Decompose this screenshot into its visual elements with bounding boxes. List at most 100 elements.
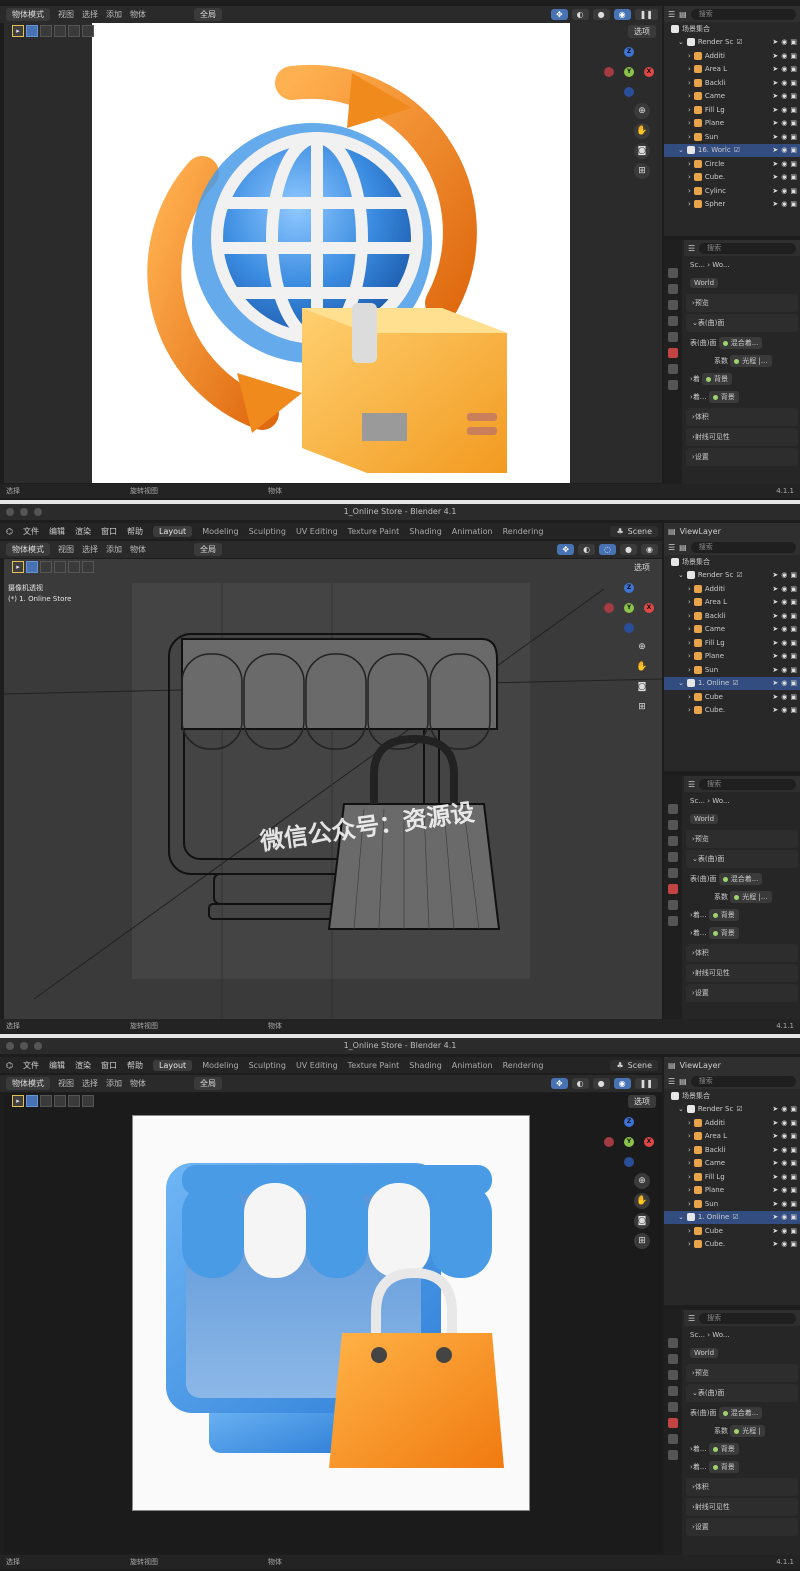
eye-icon[interactable]: ◉ — [781, 598, 787, 606]
select-mode-invert-icon[interactable] — [68, 25, 80, 37]
menu-help[interactable]: 帮助 — [127, 526, 143, 537]
camera-render-icon[interactable]: ▣ — [790, 1146, 797, 1154]
selectable-icon[interactable]: ➤ — [772, 92, 778, 100]
bg1-value[interactable]: 背景 — [708, 1443, 739, 1455]
chevron-right-icon[interactable]: › — [688, 666, 691, 674]
camera-render-icon[interactable]: ▣ — [790, 1132, 797, 1140]
select-box-icon[interactable] — [26, 25, 38, 37]
properties-search[interactable]: 搜索 — [699, 1312, 796, 1324]
bg2-value[interactable]: 背景 — [708, 927, 739, 939]
tab-layout[interactable]: Layout — [152, 1059, 193, 1071]
3d-viewport[interactable]: ▸ 摄像机透视 (*) 1. Online Store 选项 Z Y X ⊕ ✋… — [4, 559, 662, 1019]
display-mode-icon[interactable]: ▤ — [679, 543, 687, 552]
scene-tab-icon[interactable] — [668, 1402, 678, 1412]
camera-render-icon[interactable]: ▣ — [790, 146, 797, 154]
eye-icon[interactable]: ◉ — [781, 585, 787, 593]
tab-modeling[interactable]: Modeling — [202, 527, 238, 536]
display-mode-icon[interactable]: ▤ — [679, 1077, 687, 1086]
outliner-row[interactable]: › Plane ➤ ◉ ▣ — [664, 117, 800, 131]
selectable-icon[interactable]: ➤ — [772, 693, 778, 701]
tab-uv-editing[interactable]: UV Editing — [296, 1061, 338, 1070]
camera-render-icon[interactable]: ▣ — [790, 585, 797, 593]
tab-animation[interactable]: Animation — [452, 1061, 493, 1070]
chevron-down-icon[interactable]: ⌄ — [678, 146, 684, 154]
transform-orientation-dropdown[interactable]: 全局 — [194, 543, 222, 556]
chevron-right-icon[interactable]: › — [688, 1119, 691, 1127]
eye-icon[interactable]: ◉ — [781, 625, 787, 633]
selectable-icon[interactable]: ➤ — [772, 119, 778, 127]
selectable-icon[interactable]: ➤ — [772, 612, 778, 620]
outliner-row[interactable]: › Came ➤ ◉ ▣ — [664, 1157, 800, 1171]
editor-type-icon[interactable]: ☰ — [668, 543, 675, 552]
tab-animation[interactable]: Animation — [452, 527, 493, 536]
camera-render-icon[interactable]: ▣ — [790, 106, 797, 114]
outliner-row[interactable]: ⌄ Render Sc ☑ ➤ ◉ ▣ — [664, 1103, 800, 1117]
editor-type-icon[interactable]: ☰ — [688, 780, 695, 789]
select-mode-extend-icon[interactable] — [40, 25, 52, 37]
camera-render-icon[interactable]: ▣ — [790, 639, 797, 647]
chevron-right-icon[interactable]: › — [688, 1159, 691, 1167]
selectable-icon[interactable]: ➤ — [772, 1200, 778, 1208]
menu-render[interactable]: 渲染 — [75, 526, 91, 537]
output-tab-icon[interactable] — [668, 300, 678, 310]
outliner-row[interactable]: 场景集合 — [664, 555, 800, 569]
menu-file[interactable]: 文件 — [23, 526, 39, 537]
camera-render-icon[interactable]: ▣ — [790, 173, 797, 181]
transform-orientation-dropdown[interactable]: 全局 — [194, 1077, 222, 1090]
tab-shading[interactable]: Shading — [409, 527, 442, 536]
tool-tab-icon[interactable] — [668, 268, 678, 278]
camera-render-icon[interactable]: ▣ — [790, 1200, 797, 1208]
chevron-down-icon[interactable]: ⌄ — [678, 1105, 684, 1113]
eye-icon[interactable]: ◉ — [781, 79, 787, 87]
transform-orientation-dropdown[interactable]: 全局 — [194, 8, 222, 21]
menu-object[interactable]: 物体 — [130, 9, 146, 20]
outliner-row[interactable]: › Area L ➤ ◉ ▣ — [664, 1130, 800, 1144]
outliner-row[interactable]: › Plane ➤ ◉ ▣ — [664, 650, 800, 664]
volume-section[interactable]: › 体积 — [686, 1478, 798, 1496]
selectable-icon[interactable]: ➤ — [772, 585, 778, 593]
camera-render-icon[interactable]: ▣ — [790, 1105, 797, 1113]
eye-icon[interactable]: ◉ — [781, 1132, 787, 1140]
selectable-icon[interactable]: ➤ — [772, 52, 778, 60]
camera-render-icon[interactable]: ▣ — [790, 1227, 797, 1235]
eye-icon[interactable]: ◉ — [781, 1173, 787, 1181]
chevron-right-icon[interactable]: › — [688, 1132, 691, 1140]
eye-icon[interactable]: ◉ — [781, 65, 787, 73]
factor-value[interactable]: 光程 |... — [730, 891, 772, 903]
eye-icon[interactable]: ◉ — [781, 200, 787, 208]
perspective-icon[interactable]: ⊞ — [634, 163, 650, 179]
menu-edit[interactable]: 编辑 — [49, 526, 65, 537]
viewlayer-name[interactable]: ViewLayer — [680, 1061, 721, 1070]
camera-render-icon[interactable]: ▣ — [790, 652, 797, 660]
gizmo-toggle-icon[interactable]: ✥ — [550, 9, 568, 20]
menu-window[interactable]: 窗口 — [101, 1060, 117, 1071]
selectable-icon[interactable]: ➤ — [772, 146, 778, 154]
menu-render[interactable]: 渲染 — [75, 1060, 91, 1071]
outliner-row[interactable]: › Cylinc ➤ ◉ ▣ — [664, 184, 800, 198]
preview-section[interactable]: › 预览 — [686, 294, 798, 312]
camera-render-icon[interactable]: ▣ — [790, 1159, 797, 1167]
outliner-row[interactable]: › Spher ➤ ◉ ▣ — [664, 198, 800, 212]
eye-icon[interactable]: ◉ — [781, 1213, 787, 1221]
outliner-search[interactable]: 搜索 — [690, 1075, 796, 1087]
collection-tab-icon[interactable] — [668, 364, 678, 374]
menu-object[interactable]: 物体 — [130, 544, 146, 555]
outliner-row[interactable]: › Additi ➤ ◉ ▣ — [664, 49, 800, 63]
select-mode-intersect-icon[interactable] — [82, 25, 94, 37]
outliner-search[interactable]: 搜索 — [690, 8, 796, 20]
eye-icon[interactable]: ◉ — [781, 639, 787, 647]
eye-icon[interactable]: ◉ — [781, 146, 787, 154]
tab-uv-editing[interactable]: UV Editing — [296, 527, 338, 536]
selectable-icon[interactable]: ➤ — [772, 1119, 778, 1127]
preview-section[interactable]: › 预览 — [686, 830, 798, 848]
menu-edit[interactable]: 编辑 — [49, 1060, 65, 1071]
camera-render-icon[interactable]: ▣ — [790, 119, 797, 127]
camera-render-icon[interactable]: ▣ — [790, 612, 797, 620]
camera-render-icon[interactable]: ▣ — [790, 200, 797, 208]
volume-section[interactable]: › 体积 — [686, 408, 798, 426]
surface-value[interactable]: 混合着... — [718, 873, 763, 885]
ray-visibility-section[interactable]: › 射线可见性 — [686, 428, 798, 446]
camera-render-icon[interactable]: ▣ — [790, 679, 797, 687]
minimize-window-icon[interactable] — [20, 508, 28, 516]
tab-shading[interactable]: Shading — [409, 1061, 442, 1070]
